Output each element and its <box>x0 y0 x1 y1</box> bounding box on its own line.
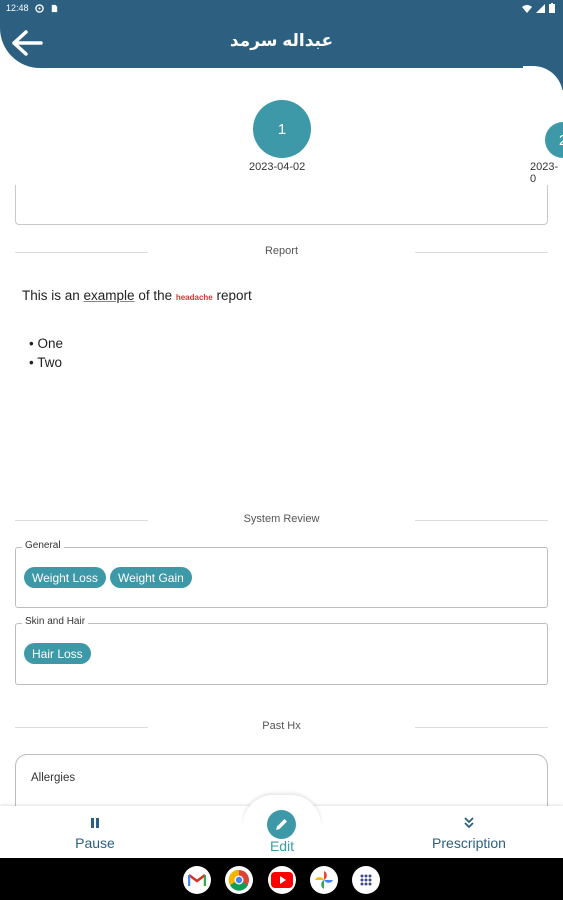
prescription-label: Prescription <box>432 835 506 851</box>
system-review-section-label: System Review <box>243 513 320 525</box>
report-bullet-list: • One • Two <box>29 334 63 372</box>
visit-step-2-date: 2023-0 <box>530 161 559 185</box>
report-underlined-word: example <box>83 288 135 303</box>
chrome-icon[interactable] <box>225 866 253 894</box>
status-right <box>522 3 555 13</box>
pause-button[interactable]: Pause <box>66 816 124 851</box>
photos-icon[interactable] <box>310 866 338 894</box>
settings-icon <box>35 4 44 13</box>
pause-label: Pause <box>75 835 115 851</box>
gmail-icon[interactable] <box>183 866 211 894</box>
page-title: عبداله سرمد <box>229 31 334 50</box>
report-highlighted-word: headache <box>175 293 213 302</box>
battery-icon <box>549 3 555 13</box>
system-review-divider: System Review <box>15 512 548 528</box>
chip-weight-gain[interactable]: Weight Gain <box>110 567 192 588</box>
past-hx-section-label: Past Hx <box>262 720 301 732</box>
skin-hair-fieldset: Skin and Hair Hair Loss <box>15 616 548 685</box>
report-section-label: Report <box>264 245 299 257</box>
skin-hair-legend: Skin and Hair <box>22 616 89 627</box>
visit-step-1-date: 2023-04-02 <box>249 161 306 173</box>
status-time: 12:48 <box>6 3 29 13</box>
general-fieldset: General Weight Loss Weight Gain <box>15 540 548 608</box>
double-chevron-down-icon <box>464 817 474 829</box>
prescription-button[interactable]: Prescription <box>420 816 518 851</box>
edit-label: Edit <box>269 838 295 854</box>
sim-card-icon <box>51 4 58 13</box>
wifi-icon <box>522 4 532 13</box>
chip-hair-loss[interactable]: Hair Loss <box>24 643 91 664</box>
report-divider: Report <box>15 244 548 260</box>
status-bar: 12:48 <box>0 0 563 18</box>
general-legend: General <box>22 540 64 551</box>
allergies-label: Allergies <box>31 772 76 784</box>
report-text: This is an example of the headache repor… <box>22 288 252 303</box>
visit-step-1[interactable]: 1 <box>253 100 311 158</box>
chip-weight-loss[interactable]: Weight Loss <box>24 567 106 588</box>
edit-nav-item[interactable]: Edit <box>256 838 308 854</box>
edit-button[interactable] <box>267 810 296 839</box>
list-item: • Two <box>29 355 62 370</box>
youtube-icon[interactable] <box>268 866 296 894</box>
past-hx-divider: Past Hx <box>15 719 548 735</box>
list-item: • One <box>29 336 64 351</box>
signal-icon <box>536 3 545 13</box>
notes-box[interactable] <box>15 185 548 225</box>
pause-icon <box>91 818 99 828</box>
pencil-icon <box>276 819 287 830</box>
app-drawer-icon[interactable] <box>352 866 380 894</box>
visit-step-2[interactable]: 2 <box>545 122 563 158</box>
